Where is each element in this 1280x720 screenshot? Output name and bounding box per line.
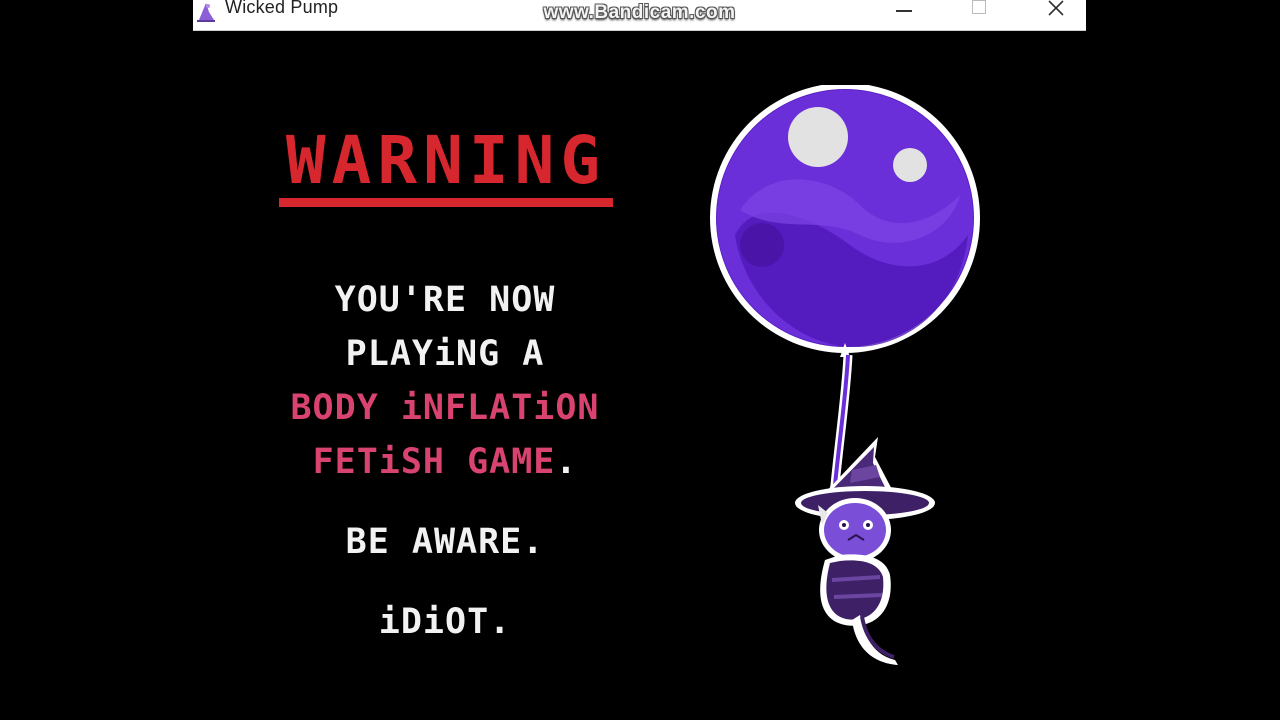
balloon-witch-illustration [710, 85, 980, 665]
message-line: BE AWARE. [345, 522, 545, 562]
recorder-watermark: www.Bandicam.com [543, 2, 736, 23]
message-highlight: FETiSH GAME [312, 442, 556, 482]
minimize-icon [896, 10, 912, 12]
witch-character [795, 437, 935, 665]
minimize-button[interactable] [881, 0, 927, 24]
message-line-mixed: FETiSH GAME. [240, 442, 650, 482]
close-icon [1048, 0, 1064, 16]
message-line: YOU'RE NOW [334, 280, 556, 320]
message-line: iDiOT. [378, 602, 512, 642]
warning-heading: WARNING [285, 122, 607, 199]
balloon-icon [710, 85, 980, 357]
close-button[interactable] [1033, 0, 1079, 24]
warning-underline [279, 198, 613, 207]
maximize-icon [972, 0, 986, 14]
message-line: PLAYiNG A [345, 334, 545, 374]
maximize-button[interactable] [956, 0, 1002, 24]
window-titlebar[interactable]: Wicked Pump www.Bandicam.com [193, 0, 1086, 31]
message-period: . [555, 442, 578, 482]
message-line-highlight: BODY iNFLATiON [290, 388, 600, 428]
